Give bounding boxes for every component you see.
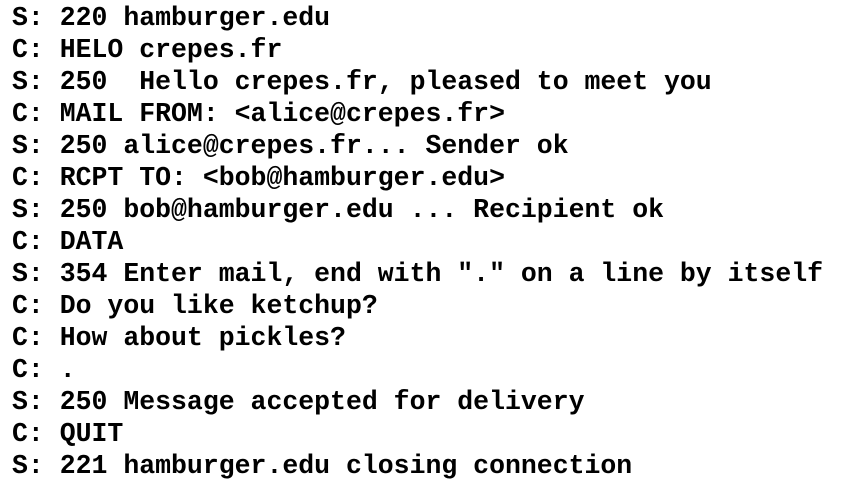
- transcript-line-server-greeting: S: 220 hamburger.edu: [12, 3, 331, 33]
- transcript-line-server-hello: S: 250 Hello crepes.fr, pleased to meet …: [12, 67, 712, 97]
- transcript-line-client-end-of-data: C: .: [12, 355, 76, 385]
- transcript-line-client-message-2: C: How about pickles?: [12, 323, 346, 353]
- transcript-line-server-closing: S: 221 hamburger.edu closing connection: [12, 451, 633, 481]
- transcript-line-client-rcpt-to: C: RCPT TO: <bob@hamburger.edu>: [12, 163, 505, 193]
- transcript-line-server-accepted: S: 250 Message accepted for delivery: [12, 387, 585, 417]
- transcript-line-client-data: C: DATA: [12, 227, 124, 257]
- transcript-line-client-message-1: C: Do you like ketchup?: [12, 291, 378, 321]
- transcript-line-client-quit: C: QUIT: [12, 419, 124, 449]
- transcript-line-server-sender-ok: S: 250 alice@crepes.fr... Sender ok: [12, 131, 569, 161]
- transcript-line-server-enter-mail: S: 354 Enter mail, end with "." on a lin…: [12, 259, 824, 289]
- transcript-line-server-recipient-ok: S: 250 bob@hamburger.edu ... Recipient o…: [12, 195, 665, 225]
- transcript-line-client-helo: C: HELO crepes.fr: [12, 35, 283, 65]
- smtp-transcript: S: 220 hamburger.edu C: HELO crepes.fr S…: [12, 2, 842, 482]
- transcript-line-client-mail-from: C: MAIL FROM: <alice@crepes.fr>: [12, 99, 505, 129]
